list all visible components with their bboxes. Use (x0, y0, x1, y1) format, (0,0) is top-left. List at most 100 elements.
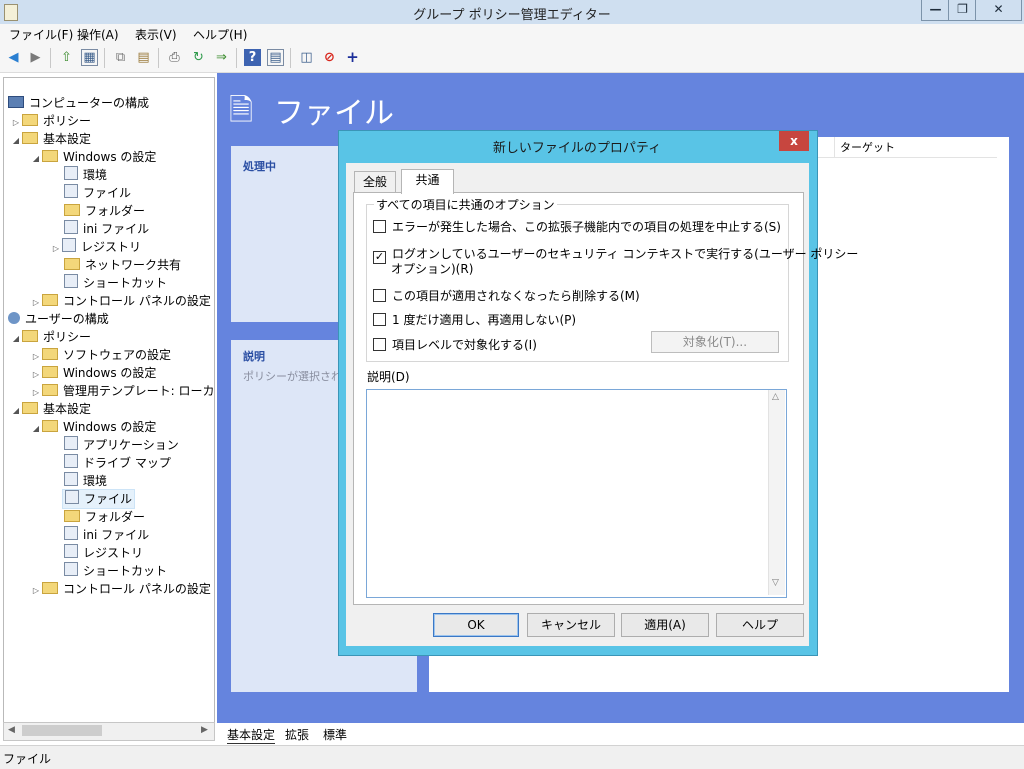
remove-when-not-applied-checkbox[interactable] (373, 289, 386, 302)
tree-control-panel-2[interactable]: ▷ コントロール パネルの設定 (30, 580, 211, 598)
description-textarea[interactable] (366, 389, 787, 598)
refresh-icon[interactable]: ↻ (190, 49, 207, 66)
tab-standard[interactable]: 標準 (323, 726, 347, 743)
tree-label: ファイル (84, 492, 133, 506)
collapse-arrow-icon[interactable]: ◢ (10, 330, 22, 348)
tree-shortcuts-1[interactable]: ショートカット (64, 274, 167, 292)
tree-registry-2[interactable]: レジストリ (64, 544, 143, 562)
print-icon[interactable]: ⎙ (166, 49, 183, 66)
tree-windows-settings-1[interactable]: ◢ Windows の設定 (30, 148, 156, 166)
collapse-arrow-icon[interactable]: ◢ (30, 420, 42, 438)
restore-button[interactable]: ❐ (948, 0, 977, 21)
tree-admin-templates[interactable]: ▷管理用テンプレート: ローカル コ (30, 382, 214, 400)
tree-ini-files-1[interactable]: ini ファイル (64, 220, 149, 238)
window-title: グループ ポリシー管理エディター (413, 8, 611, 23)
item-level-targeting-option[interactable]: 項目レベルで対象化する(I) (373, 336, 537, 353)
scroll-up-icon[interactable]: △ (772, 392, 779, 402)
tree-files-1[interactable]: ファイル (64, 184, 131, 202)
toolbar-separator (158, 48, 159, 68)
column-target[interactable]: ターゲット (840, 139, 895, 155)
apply-once-option[interactable]: 1 度だけ適用し、再適用しない(P) (373, 311, 576, 328)
tree-software-settings[interactable]: ▷ ソフトウェアの設定 (30, 346, 171, 364)
menu-action[interactable]: 操作(A) (77, 26, 119, 43)
tab-common[interactable]: 共通 (401, 169, 454, 194)
tree-folders-1[interactable]: フォルダー (64, 202, 145, 220)
export-list-icon[interactable]: ⇒ (213, 49, 230, 66)
help-button[interactable]: ヘルプ (716, 613, 804, 637)
description-scrollbar[interactable]: △ ▽ (768, 390, 785, 595)
stop-on-error-checkbox[interactable] (373, 220, 386, 233)
tree-ini-files-2[interactable]: ini ファイル (64, 526, 149, 544)
tree-network-shares[interactable]: ネットワーク共有 (64, 256, 181, 274)
tree-basic-settings-2[interactable]: ◢ 基本設定 (10, 400, 91, 418)
folder-icon (42, 348, 58, 360)
tab-basic-settings[interactable]: 基本設定 (227, 726, 276, 744)
ini-file-icon (64, 220, 78, 234)
tree-environment-1[interactable]: 環境 (64, 166, 107, 184)
tab-extended[interactable]: 拡張 (285, 726, 309, 743)
copy-icon[interactable]: ⧉ (112, 49, 129, 66)
scroll-left-icon[interactable]: ◀ (8, 725, 15, 735)
forward-icon[interactable]: ▶ (27, 49, 44, 66)
scroll-right-icon[interactable]: ▶ (201, 725, 208, 735)
tree-windows-settings-3[interactable]: ◢ Windows の設定 (30, 418, 156, 436)
cancel-button[interactable]: キャンセル (527, 613, 615, 637)
menu-file[interactable]: ファイル(F) (9, 26, 73, 43)
control-panel-icon (42, 582, 58, 594)
dialog-close-button[interactable]: x (779, 131, 809, 151)
remove-when-not-applied-option[interactable]: この項目が適用されなくなったら削除する(M) (373, 287, 640, 304)
tree-basic-settings-1[interactable]: ◢ 基本設定 (10, 130, 91, 148)
tree-files-2-selected[interactable]: ファイル (62, 489, 136, 509)
ini-file-icon (64, 526, 78, 540)
tree-label: ショートカット (83, 564, 168, 578)
folder-icon (42, 384, 58, 396)
properties-pane-icon[interactable]: ▤ (267, 49, 284, 66)
tree-control-panel-1[interactable]: ▷ コントロール パネルの設定 (30, 292, 211, 310)
tree-drive-maps[interactable]: ドライブ マップ (64, 454, 171, 472)
tree-environment-2[interactable]: 環境 (64, 472, 107, 490)
toolbar-separator (104, 48, 105, 68)
stop-on-error-option[interactable]: エラーが発生した場合、この拡張子機能内での項目の処理を中止する(S) (373, 218, 781, 235)
up-folder-icon[interactable]: ⇧ (58, 49, 75, 66)
collapse-arrow-icon[interactable]: ◢ (10, 402, 22, 420)
expand-arrow-icon[interactable]: ▷ (30, 582, 42, 600)
close-window-button[interactable]: ✕ (975, 0, 1022, 21)
tree-policy-1[interactable]: ▷ ポリシー (10, 112, 91, 130)
tree-applications[interactable]: アプリケーション (64, 436, 179, 454)
tree-computer-config[interactable]: コンピューターの構成 (8, 94, 149, 112)
scroll-down-icon[interactable]: ▽ (772, 578, 779, 588)
menu-help[interactable]: ヘルプ(H) (193, 26, 247, 43)
item-level-targeting-checkbox[interactable] (373, 338, 386, 351)
stop-icon[interactable]: ⊘ (321, 49, 338, 66)
expand-arrow-icon[interactable]: ▷ (50, 240, 62, 258)
tab-general[interactable]: 全般 (354, 171, 396, 193)
tree-user-config[interactable]: ユーザーの構成 (8, 310, 109, 328)
targeting-button[interactable]: 対象化(T)... (651, 331, 779, 353)
tree-policy-2[interactable]: ◢ ポリシー (10, 328, 91, 346)
scroll-thumb[interactable] (22, 725, 102, 736)
apply-once-checkbox[interactable] (373, 313, 386, 326)
minimize-button[interactable]: — (921, 0, 950, 21)
menu-view[interactable]: 表示(V) (135, 26, 177, 43)
paste-icon[interactable]: ▤ (135, 49, 152, 66)
ok-button[interactable]: OK (433, 613, 519, 637)
tree-label: アプリケーション (83, 438, 179, 452)
new-item-icon[interactable]: ◫ (298, 49, 315, 66)
title-bar: グループ ポリシー管理エディター — ❐ ✕ (0, 0, 1024, 25)
tree-shortcuts-2[interactable]: ショートカット (64, 562, 167, 580)
folder-icon (22, 114, 38, 126)
show-hide-tree-icon[interactable]: ▦ (81, 49, 98, 66)
description-field-label: 説明(D) (367, 370, 410, 384)
back-icon[interactable]: ◀ (5, 49, 22, 66)
add-icon[interactable]: + (344, 49, 361, 66)
help-icon[interactable]: ? (244, 49, 261, 66)
apply-button[interactable]: 適用(A) (621, 613, 709, 637)
collapse-arrow-icon[interactable]: ◢ (10, 132, 22, 150)
tree-horizontal-scrollbar[interactable]: ◀ ▶ (3, 722, 215, 741)
run-as-user-checkbox[interactable]: ✓ (373, 251, 386, 264)
tree-label: Windows の設定 (63, 420, 157, 434)
tree-windows-settings-2[interactable]: ▷ Windows の設定 (30, 364, 156, 382)
collapse-arrow-icon[interactable]: ◢ (30, 150, 42, 168)
tree-registry-1[interactable]: ▷ レジストリ (50, 238, 141, 256)
tree-folders-2[interactable]: フォルダー (64, 508, 145, 526)
